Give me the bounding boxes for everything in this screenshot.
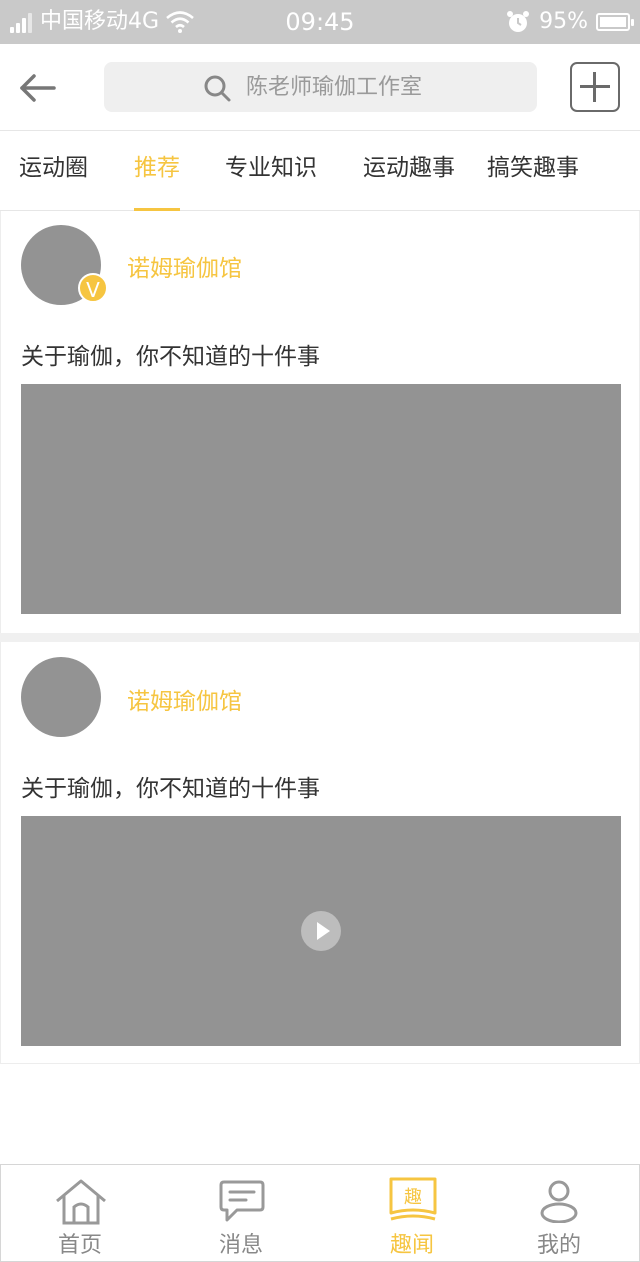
nav-label: 消息 [219, 1233, 264, 1258]
post-card[interactable]: V 诺姆瑜伽馆 关于瑜伽，你不知道的十件事 [0, 211, 640, 633]
tab-recommended[interactable]: 推荐 [134, 131, 180, 211]
post-title[interactable]: 关于瑜伽，你不知道的十件事 [21, 769, 320, 803]
tab-sports-stories[interactable]: 运动趣事 [363, 131, 455, 211]
news-book-icon: 趣 [389, 1177, 437, 1221]
back-button[interactable] [14, 66, 62, 110]
verified-badge: V [78, 273, 108, 303]
search-input[interactable] [200, 74, 530, 100]
alarm-icon [507, 11, 530, 32]
nav-label: 我的 [537, 1233, 582, 1258]
tab-sports-circle[interactable]: 运动圈 [19, 131, 88, 211]
add-button[interactable] [570, 62, 620, 112]
tab-expertise[interactable]: 专业知识 [225, 131, 317, 211]
nav-messages[interactable]: 消息 [211, 1165, 275, 1261]
message-icon [219, 1180, 265, 1222]
nav-news[interactable]: 趣 趣闻 [383, 1165, 447, 1261]
post-title[interactable]: 关于瑜伽，你不知道的十件事 [21, 337, 320, 371]
nav-profile[interactable]: 我的 [531, 1165, 595, 1261]
play-icon[interactable] [301, 911, 341, 951]
top-header [0, 44, 640, 131]
bottom-nav: 首页 消息 趣 趣闻 我的 [0, 1164, 640, 1262]
status-right: 95% [505, 6, 634, 38]
nav-home[interactable]: 首页 [49, 1165, 113, 1261]
avatar[interactable] [21, 657, 101, 737]
home-icon [56, 1179, 106, 1225]
tab-funny-stories[interactable]: 搞笑趣事 [487, 131, 579, 211]
author-name[interactable]: 诺姆瑜伽馆 [127, 682, 242, 716]
post-image[interactable] [21, 384, 621, 614]
news-icon-glyph: 趣 [404, 1187, 422, 1208]
category-tabs: 运动圈 推荐 专业知识 运动趣事 搞笑趣事 [0, 131, 640, 211]
battery-icon [596, 13, 634, 31]
status-bar: 中国移动4G 09:45 95% [0, 0, 640, 44]
post-card[interactable]: 诺姆瑜伽馆 关于瑜伽，你不知道的十件事 [0, 642, 640, 1064]
post-video[interactable] [21, 816, 621, 1046]
search-box[interactable] [104, 62, 537, 112]
author-name[interactable]: 诺姆瑜伽馆 [127, 249, 242, 283]
nav-label: 首页 [58, 1233, 103, 1258]
back-arrow-icon [20, 74, 56, 102]
search-icon [204, 75, 231, 102]
profile-icon [540, 1180, 578, 1223]
feed-divider [0, 633, 640, 642]
battery-percent: 95% [539, 9, 588, 34]
nav-label: 趣闻 [390, 1233, 435, 1258]
